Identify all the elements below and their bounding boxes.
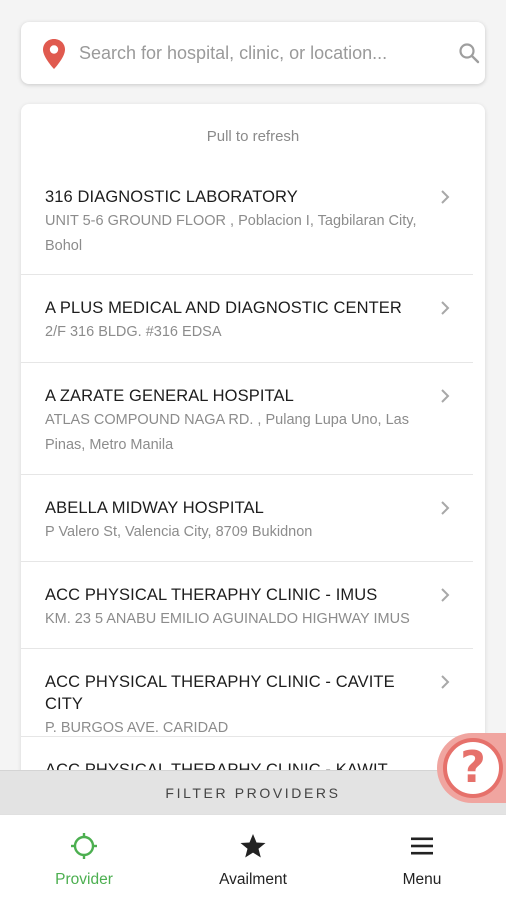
filter-providers-button[interactable]: FILTER PROVIDERS bbox=[0, 770, 506, 815]
provider-list-card[interactable]: Pull to refresh 316 DIAGNOSTIC LABORATOR… bbox=[21, 104, 485, 824]
provider-list-item[interactable]: ACC PHYSICAL THERAPHY CLINIC - IMUS KM. … bbox=[21, 562, 473, 649]
provider-name: ACC PHYSICAL THERAPHY CLINIC - CAVITE CI… bbox=[45, 673, 395, 713]
nav-tab-availment[interactable]: Availment bbox=[169, 815, 337, 901]
provider-address: 2/F 316 BLDG. #316 EDSA bbox=[45, 324, 222, 340]
help-icon: ? bbox=[443, 738, 503, 798]
provider-name: A PLUS MEDICAL AND DIAGNOSTIC CENTER bbox=[45, 299, 402, 317]
question-mark: ? bbox=[460, 742, 486, 793]
nav-tab-provider[interactable]: Provider bbox=[0, 815, 168, 901]
pull-to-refresh-hint: Pull to refresh bbox=[206, 128, 300, 145]
help-button[interactable]: ? bbox=[437, 733, 506, 803]
star-icon bbox=[240, 834, 266, 858]
chevron-right-icon bbox=[441, 675, 450, 689]
provider-name: A ZARATE GENERAL HOSPITAL bbox=[45, 387, 294, 405]
chevron-right-icon bbox=[441, 501, 450, 515]
search-input[interactable] bbox=[79, 36, 431, 70]
provider-list-item[interactable]: 316 DIAGNOSTIC LABORATORY UNIT 5-6 GROUN… bbox=[21, 164, 473, 275]
provider-list-item[interactable]: ABELLA MIDWAY HOSPITAL P Valero St, Vale… bbox=[21, 475, 473, 562]
nav-label: Menu bbox=[402, 871, 442, 888]
chevron-right-icon bbox=[441, 301, 450, 315]
provider-address: UNIT 5-6 GROUND FLOOR , Poblacion I, Tag… bbox=[45, 213, 417, 254]
nav-tab-menu[interactable]: Menu bbox=[338, 815, 506, 901]
provider-list-item[interactable]: ACC PHYSICAL THERAPHY CLINIC - CAVITE CI… bbox=[21, 649, 473, 737]
provider-name: ABELLA MIDWAY HOSPITAL bbox=[45, 499, 264, 517]
provider-name: 316 DIAGNOSTIC LABORATORY bbox=[45, 188, 298, 206]
chevron-right-icon bbox=[441, 190, 450, 204]
provider-list-item[interactable]: A ZARATE GENERAL HOSPITAL ATLAS COMPOUND… bbox=[21, 363, 473, 475]
bottom-navigation: Provider Availment Menu bbox=[0, 814, 506, 901]
provider-address: P Valero St, Valencia City, 8709 Bukidno… bbox=[45, 524, 313, 540]
provider-address: KM. 23 5 ANABU EMILIO AGUINALDO HIGHWAY … bbox=[45, 611, 410, 627]
crosshair-icon bbox=[71, 833, 97, 859]
search-bar[interactable] bbox=[21, 22, 485, 84]
location-pin-icon bbox=[43, 39, 65, 69]
provider-list: 316 DIAGNOSTIC LABORATORY UNIT 5-6 GROUN… bbox=[21, 164, 485, 824]
provider-address: ATLAS COMPOUND NAGA RD. , Pulang Lupa Un… bbox=[45, 412, 409, 453]
filter-providers-label: FILTER PROVIDERS bbox=[165, 785, 341, 801]
chevron-right-icon bbox=[441, 389, 450, 403]
hamburger-menu-icon bbox=[411, 837, 433, 855]
search-icon[interactable] bbox=[457, 41, 481, 65]
nav-label: Availment bbox=[219, 871, 287, 888]
provider-list-item[interactable]: A PLUS MEDICAL AND DIAGNOSTIC CENTER 2/F… bbox=[21, 275, 473, 363]
provider-name: ACC PHYSICAL THERAPHY CLINIC - IMUS bbox=[45, 586, 378, 604]
nav-label: Provider bbox=[55, 871, 113, 888]
chevron-right-icon bbox=[441, 588, 450, 602]
